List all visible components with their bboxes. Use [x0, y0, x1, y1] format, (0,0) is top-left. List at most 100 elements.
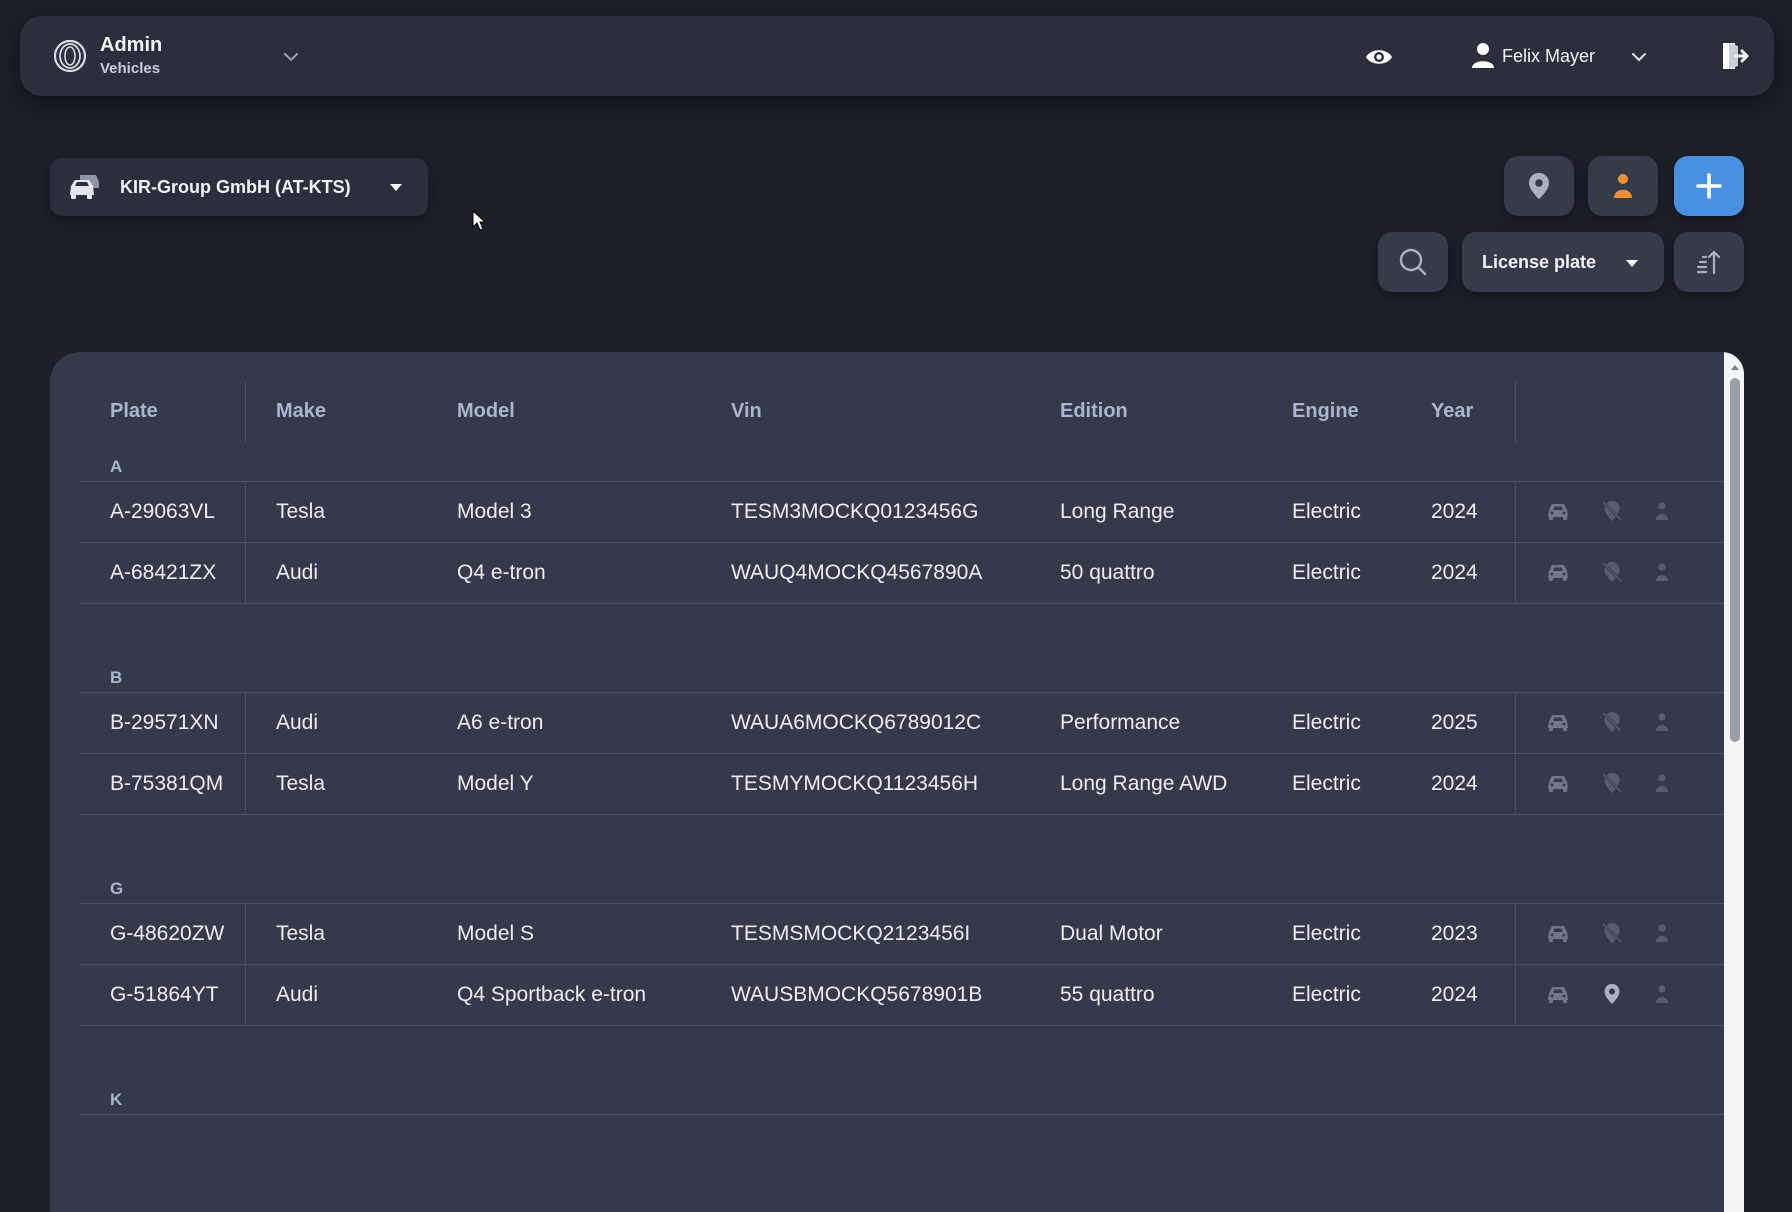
table-row[interactable]: A-29063VL Tesla Model 3 TESM3MOCKQ0123456G L… — [50, 481, 1724, 542]
map-pin-icon — [1529, 173, 1549, 199]
cell-plate: A-29063VL — [110, 500, 216, 523]
vehicles-table: Plate Make Model Vin Edition Engine Year A A-290… — [50, 352, 1744, 1212]
sort-field-select[interactable]: License plate — [1462, 232, 1664, 292]
row-divider — [80, 814, 1744, 815]
car-icon[interactable] — [1546, 772, 1570, 794]
eye-icon[interactable] — [1364, 42, 1394, 72]
chevron-down-icon[interactable] — [1628, 46, 1650, 68]
column-header-year[interactable]: Year — [1431, 400, 1473, 423]
map-pin-off-icon[interactable] — [1600, 561, 1624, 583]
group-letter: G — [110, 879, 124, 898]
cell-vin: TESMYMOCKQ1123456H — [731, 772, 979, 795]
search-button[interactable] — [1378, 232, 1448, 292]
column-header-edition[interactable]: Edition — [1060, 400, 1128, 423]
row-divider — [80, 1025, 1744, 1026]
cell-edition: 55 quattro — [1060, 983, 1155, 1006]
column-separator — [245, 542, 246, 603]
cars-icon — [68, 171, 102, 203]
cell-edition: 50 quattro — [1060, 561, 1155, 584]
chevron-down-icon[interactable] — [280, 46, 302, 68]
person-icon[interactable] — [1650, 561, 1674, 583]
sort-field-label: License plate — [1482, 252, 1597, 272]
user-name[interactable]: Felix Mayer — [1502, 46, 1595, 67]
cell-engine: Electric — [1292, 561, 1361, 584]
car-icon[interactable] — [1546, 500, 1570, 522]
table-row[interactable]: B-75381QM Tesla Model Y TESMYMOCKQ1123456H L… — [50, 753, 1724, 814]
table-row[interactable]: B-29571XN Audi A6 e-tron WAUA6MOCKQ6789012C… — [50, 692, 1724, 753]
map-pin-off-icon[interactable] — [1600, 772, 1624, 794]
column-header-engine[interactable]: Engine — [1292, 400, 1359, 423]
cell-year: 2024 — [1431, 983, 1478, 1006]
column-separator — [245, 964, 246, 1025]
group-letter: B — [110, 668, 123, 687]
table-row[interactable]: G-51864YT Audi Q4 Sportback e-tron WAUSBMOC… — [50, 964, 1724, 1025]
car-icon[interactable] — [1546, 711, 1570, 733]
sort-direction-button[interactable] — [1674, 232, 1744, 292]
column-separator — [245, 903, 246, 964]
add-vehicle-button[interactable] — [1674, 156, 1744, 216]
table-row[interactable]: G-48620ZW Tesla Model S TESMSMOCKQ2123456I D… — [50, 903, 1724, 964]
company-label: KIR-Group GmbH (AT-KTS) — [120, 177, 351, 197]
person-icon[interactable] — [1650, 500, 1674, 522]
brand-logo-icon[interactable] — [52, 38, 88, 74]
cell-model: Q4 Sportback e-tron — [457, 983, 647, 1006]
cell-make: Audi — [276, 711, 319, 734]
cell-plate: B-29571XN — [110, 711, 219, 734]
cell-model: Q4 e-tron — [457, 561, 546, 584]
cell-make: Audi — [276, 983, 319, 1006]
company-select[interactable]: KIR-Group GmbH (AT-KTS) — [50, 158, 428, 216]
map-pin-off-icon[interactable] — [1600, 711, 1624, 733]
cell-engine: Electric — [1292, 922, 1361, 945]
column-header-make[interactable]: Make — [276, 400, 326, 423]
person-icon[interactable] — [1650, 922, 1674, 944]
scroll-up-arrow-icon[interactable] — [1730, 358, 1740, 370]
location-filter-button[interactable] — [1504, 156, 1574, 216]
cell-plate: G-48620ZW — [110, 922, 225, 945]
cell-edition: Dual Motor — [1060, 922, 1163, 945]
cell-vin: WAUQ4MOCKQ4567890A — [731, 561, 983, 584]
cell-make: Tesla — [276, 772, 326, 795]
app-subtitle: Vehicles — [100, 60, 161, 77]
person-icon[interactable] — [1650, 983, 1674, 1005]
logout-icon[interactable] — [1718, 40, 1750, 72]
cell-year: 2024 — [1431, 561, 1478, 584]
car-icon[interactable] — [1546, 983, 1570, 1005]
cell-year: 2023 — [1431, 922, 1478, 945]
scrollbar-thumb[interactable] — [1730, 378, 1740, 742]
map-pin-off-icon[interactable] — [1600, 922, 1624, 944]
cell-vin: TESM3MOCKQ0123456G — [731, 500, 979, 523]
mouse-pointer-icon — [472, 209, 487, 232]
column-header-model[interactable]: Model — [457, 400, 515, 423]
cell-plate: A-68421ZX — [110, 561, 217, 584]
sort-ascending-icon — [1696, 250, 1721, 275]
row-divider — [80, 1114, 1744, 1115]
table-row[interactable]: A-68421ZX Audi Q4 e-tron WAUQ4MOCKQ4567890A… — [50, 542, 1724, 603]
person-icon — [1614, 174, 1632, 198]
column-header-vin[interactable]: Vin — [731, 400, 762, 423]
cell-engine: Electric — [1292, 983, 1361, 1006]
person-icon[interactable] — [1650, 711, 1674, 733]
column-separator — [1515, 753, 1516, 814]
map-pin-icon[interactable] — [1600, 983, 1624, 1005]
person-icon[interactable] — [1650, 772, 1674, 794]
map-pin-off-icon[interactable] — [1600, 500, 1624, 522]
driver-filter-button[interactable] — [1588, 156, 1658, 216]
search-icon — [1399, 248, 1427, 276]
column-separator — [245, 692, 246, 753]
column-separator — [1515, 692, 1516, 753]
cell-engine: Electric — [1292, 772, 1361, 795]
cell-make: Tesla — [276, 500, 326, 523]
cell-engine: Electric — [1292, 500, 1361, 523]
column-separator — [245, 382, 246, 442]
cell-make: Tesla — [276, 922, 326, 945]
caret-down-icon — [1624, 256, 1640, 270]
column-header-plate[interactable]: Plate — [110, 400, 158, 423]
cell-year: 2024 — [1431, 772, 1478, 795]
cell-edition: Long Range AWD — [1060, 772, 1228, 795]
car-icon[interactable] — [1546, 561, 1570, 583]
car-icon[interactable] — [1546, 922, 1570, 944]
column-separator — [245, 481, 246, 542]
cell-vin: TESMSMOCKQ2123456I — [731, 922, 971, 945]
cell-make: Audi — [276, 561, 319, 584]
cell-edition: Long Range — [1060, 500, 1175, 523]
